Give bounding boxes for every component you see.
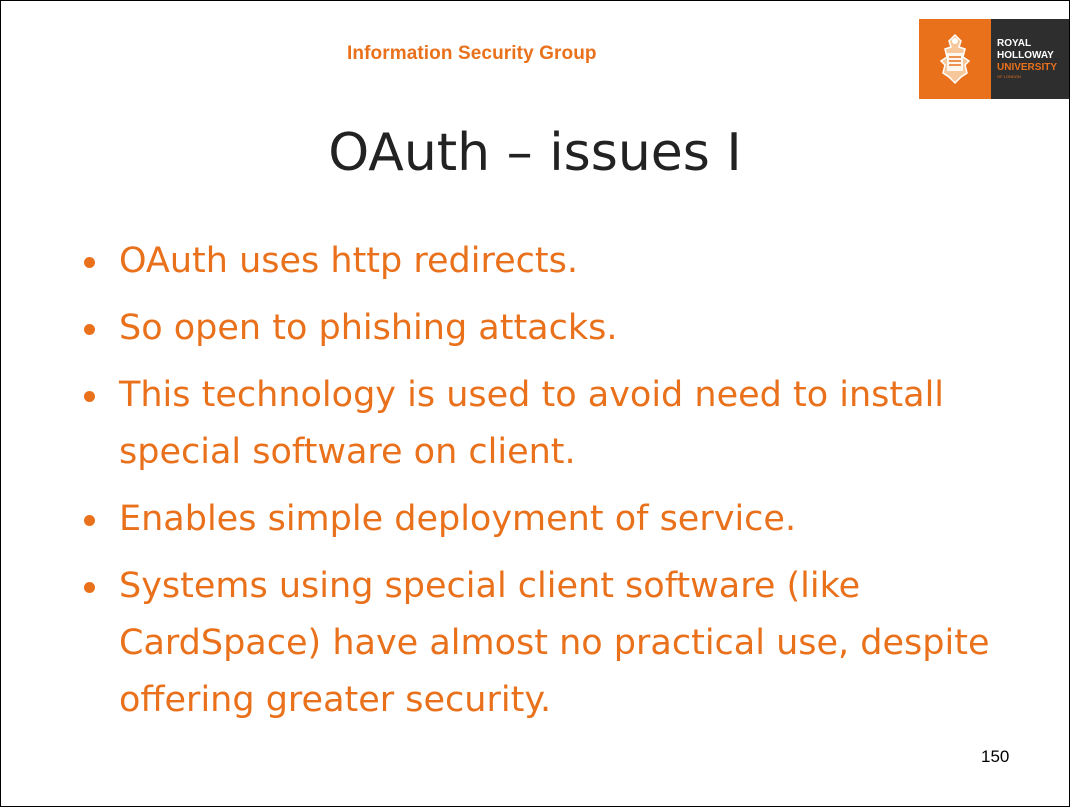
slide: Information Security Group ROYAL HOLLOWA… xyxy=(0,0,1070,807)
header-group-name: Information Security Group xyxy=(347,43,597,64)
bullet-dot-icon xyxy=(84,515,95,526)
bullet-item: OAuth uses http redirects. xyxy=(79,233,1009,290)
bullet-dot-icon xyxy=(84,391,95,402)
bullet-item: Systems using special client software (l… xyxy=(79,558,1009,729)
bullet-list: OAuth uses http redirects. So open to ph… xyxy=(79,233,1009,739)
logo-wordmark: ROYAL HOLLOWAY UNIVERSITY OF LONDON xyxy=(991,19,1069,99)
bullet-dot-icon xyxy=(84,257,95,268)
logo-line-holloway: HOLLOWAY xyxy=(997,50,1054,61)
bullet-text: OAuth uses http redirects. xyxy=(119,241,578,281)
logo-line-of-london: OF LONDON xyxy=(997,74,1021,79)
crest-icon xyxy=(919,19,991,99)
logo-line-university: UNIVERSITY xyxy=(997,62,1058,73)
bullet-text: Enables simple deployment of service. xyxy=(119,499,797,539)
university-logo: ROYAL HOLLOWAY UNIVERSITY OF LONDON xyxy=(919,19,1069,99)
bullet-dot-icon xyxy=(84,582,95,593)
bullet-text: This technology is used to avoid need to… xyxy=(119,375,945,472)
logo-line-royal: ROYAL xyxy=(997,38,1032,49)
bullet-dot-icon xyxy=(84,324,95,335)
bullet-item: Enables simple deployment of service. xyxy=(79,491,1009,548)
bullet-text: Systems using special client software (l… xyxy=(119,566,990,720)
bullet-text: So open to phishing attacks. xyxy=(119,308,618,348)
bullet-item: So open to phishing attacks. xyxy=(79,300,1009,357)
page-number: 150 xyxy=(981,747,1010,766)
bullet-item: This technology is used to avoid need to… xyxy=(79,367,1009,481)
slide-title: OAuth – issues I xyxy=(328,123,742,183)
